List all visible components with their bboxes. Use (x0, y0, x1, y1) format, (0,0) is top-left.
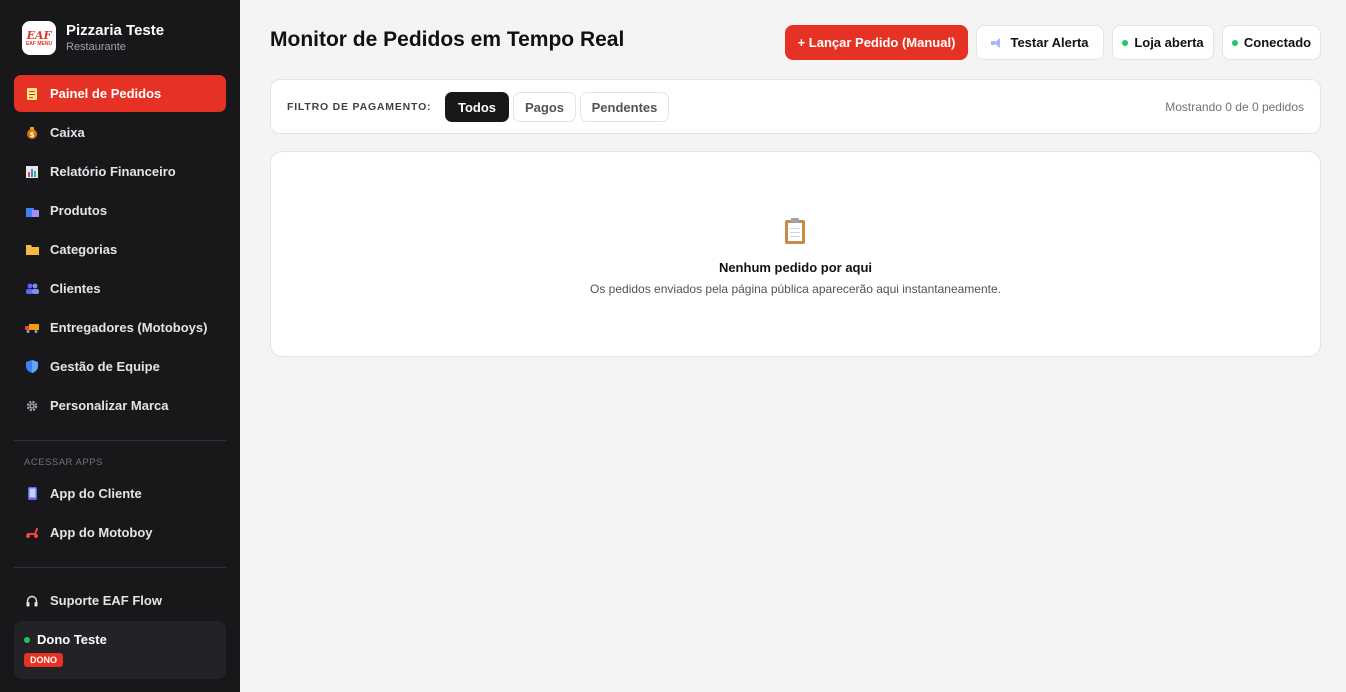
user-name: Dono Teste (37, 632, 107, 647)
sidebar-item-clientes[interactable]: Clientes (14, 270, 226, 307)
brand[interactable]: EAF EAF MENU Pizzaria Teste Restaurante (22, 21, 164, 55)
gear-icon (25, 399, 39, 413)
sidebar-item-app-do-cliente[interactable]: App do Cliente (14, 475, 226, 512)
brand-subtitle: Restaurante (66, 41, 126, 53)
support-label: Suporte EAF Flow (50, 593, 162, 608)
sidebar-item-label: Clientes (50, 281, 101, 296)
online-status-icon (24, 636, 30, 643)
phone-icon (25, 487, 39, 501)
store-status-button[interactable]: Loja aberta (1112, 25, 1214, 60)
role-badge: DONO (24, 653, 63, 667)
delivery-truck-icon (25, 321, 39, 335)
apps-section-title: ACESSAR APPS (24, 457, 103, 468)
sidebar-nav: Painel de Pedidos $ Caixa Relatório Fina… (14, 75, 226, 426)
store-open-status-icon (1122, 39, 1129, 46)
sidebar-item-label: Relatório Financeiro (50, 164, 176, 179)
users-icon (25, 282, 39, 296)
support-link[interactable]: Suporte EAF Flow (14, 582, 226, 619)
sidebar: EAF EAF MENU Pizzaria Teste Restaurante … (0, 0, 240, 692)
filter-option-pagos[interactable]: Pagos (513, 92, 576, 122)
sidebar-item-label: App do Motoboy (50, 525, 153, 540)
sidebar-item-entregadores[interactable]: Entregadores (Motoboys) (14, 309, 226, 346)
headphones-icon (25, 594, 39, 608)
empty-state-title: Nenhum pedido por aqui (718, 260, 873, 275)
sidebar-item-label: Painel de Pedidos (50, 86, 162, 101)
sidebar-item-label: Personalizar Marca (50, 398, 169, 413)
sidebar-item-label: Produtos (50, 203, 108, 218)
test-alert-label: Testar Alerta (1010, 35, 1089, 50)
brand-logo-mark: EAF (26, 28, 52, 42)
folder-icon (25, 243, 39, 257)
brand-name: Pizzaria Teste (66, 22, 165, 39)
sidebar-divider (14, 567, 226, 568)
clipboard-icon (785, 218, 805, 244)
orders-empty-state: Nenhum pedido por aqui Os pedidos enviad… (270, 151, 1321, 357)
sidebar-item-app-do-motoboy[interactable]: App do Motoboy (14, 514, 226, 551)
sidebar-item-label: Entregadores (Motoboys) (50, 320, 208, 335)
connection-status-label: Conectado (1243, 35, 1312, 50)
brand-logo: EAF EAF MENU (22, 21, 56, 55)
sidebar-divider (14, 440, 226, 441)
connected-status-icon (1231, 39, 1238, 46)
support-nav: Suporte EAF Flow (14, 582, 226, 621)
sidebar-item-categorias[interactable]: Categorias (14, 231, 226, 268)
bar-chart-icon (25, 165, 39, 179)
empty-state-subtitle: Os pedidos enviados pela página pública … (590, 282, 1001, 296)
test-alert-button[interactable]: Testar Alerta (976, 25, 1104, 60)
user-card[interactable]: Dono Teste DONO (14, 621, 226, 679)
sidebar-item-produtos[interactable]: Produtos (14, 192, 226, 229)
brand-logo-caption: EAF MENU (25, 40, 53, 47)
sidebar-item-label: Gestão de Equipe (50, 359, 160, 374)
apps-nav: App do Cliente App do Motoboy (14, 475, 226, 553)
filter-label: FILTRO DE PAGAMENTO: (287, 101, 432, 113)
sidebar-item-label: App do Cliente (50, 486, 142, 501)
speaker-icon (991, 37, 1004, 48)
sidebar-item-caixa[interactable]: $ Caixa (14, 114, 226, 151)
orders-count-text: Mostrando 0 de 0 pedidos (1165, 100, 1304, 114)
scooter-icon (25, 526, 39, 540)
shopping-bags-icon (25, 204, 39, 218)
shield-icon (25, 360, 39, 374)
payment-filter-bar: FILTRO DE PAGAMENTO: Todos Pagos Pendent… (270, 79, 1321, 134)
sidebar-item-gestao-de-equipe[interactable]: Gestão de Equipe (14, 348, 226, 385)
sidebar-item-relatorio-financeiro[interactable]: Relatório Financeiro (14, 153, 226, 190)
sidebar-item-label: Categorias (50, 242, 118, 257)
filter-option-pendentes[interactable]: Pendentes (580, 92, 669, 122)
filter-option-todos[interactable]: Todos (445, 92, 509, 122)
sidebar-item-personalizar-marca[interactable]: Personalizar Marca (14, 387, 226, 424)
page-title: Monitor de Pedidos em Tempo Real (270, 28, 625, 51)
sidebar-item-label: Caixa (50, 125, 85, 140)
money-bag-icon: $ (25, 126, 39, 140)
sidebar-item-painel-de-pedidos[interactable]: Painel de Pedidos (14, 75, 226, 112)
store-status-label: Loja aberta (1134, 35, 1204, 50)
clipboard-icon (25, 87, 39, 101)
launch-order-button[interactable]: + Lançar Pedido (Manual) (785, 25, 968, 60)
svg-text:$: $ (30, 131, 35, 139)
connection-status[interactable]: Conectado (1222, 25, 1321, 60)
